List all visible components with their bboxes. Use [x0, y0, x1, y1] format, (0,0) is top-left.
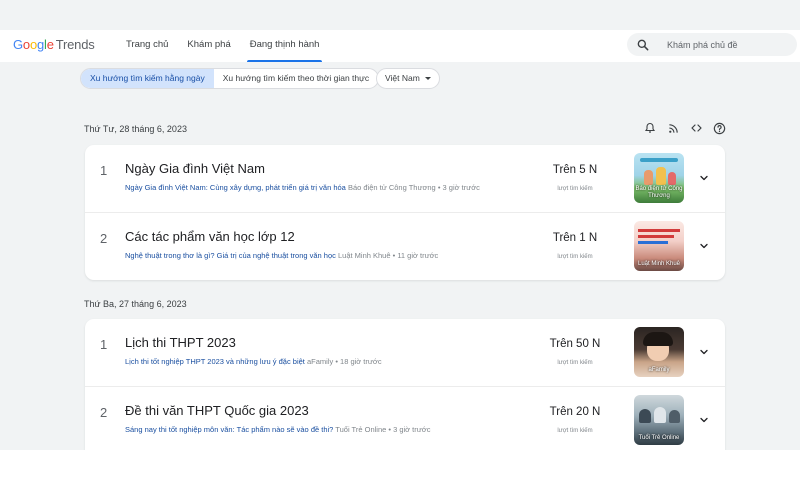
article-source: aFamily • 18 giờ trước — [306, 357, 382, 366]
logo-g1: G — [13, 37, 23, 52]
trend-item[interactable]: 1 Lịch thi THPT 2023 Lịch thi tốt nghiệp… — [85, 319, 725, 386]
thumb-figure — [669, 410, 680, 423]
thumb-caption: Luật Minh Khuê — [637, 261, 681, 267]
thumb-figure — [668, 172, 676, 185]
filter-bar: Xu hướng tìm kiếm hằng ngày Xu hướng tìm… — [0, 62, 800, 95]
article-source: Tuổi Trẻ Online • 3 giờ trước — [335, 425, 431, 434]
article-link[interactable]: Sáng nay thi tốt nghiệp môn văn: Tác phẩ… — [125, 425, 333, 434]
thumb-figure — [656, 167, 666, 185]
top-app-bar: Google Trends Trang chủ Khám phá Đang thị… — [0, 30, 800, 62]
nav-explore[interactable]: Khám phá — [187, 30, 230, 62]
thumb-figure — [654, 407, 666, 423]
trend-article: Ngày Gia đình Việt Nam: Cùng xây dựng, p… — [125, 183, 480, 192]
trend-rank: 2 — [100, 231, 108, 246]
trend-item[interactable]: 2 Đề thi văn THPT Quốc gia 2023 Sáng nay… — [85, 387, 725, 454]
search-count: Trên 20 N — [549, 406, 601, 418]
chevron-down-icon[interactable] — [698, 414, 710, 426]
date-heading: Thứ Tư, 28 tháng 6, 2023 — [84, 124, 187, 134]
dropdown-caret-icon — [424, 77, 431, 80]
main-nav: Trang chủ Khám phá Đang thịnh hành — [126, 30, 338, 62]
trend-article: Sáng nay thi tốt nghiệp môn văn: Tác phẩ… — [125, 425, 430, 434]
article-source: Luật Minh Khuê • 11 giờ trước — [337, 251, 439, 260]
search-count: Trên 1 N — [552, 232, 598, 244]
trend-article: Lịch thi tốt nghiệp THPT 2023 và những l… — [125, 357, 382, 366]
notification-bell-icon[interactable] — [643, 121, 657, 135]
trend-title[interactable]: Đề thi văn THPT Quốc gia 2023 — [125, 403, 309, 418]
logo-o1: o — [22, 37, 30, 52]
trend-thumbnail[interactable]: Báo điện tử Công Thương — [634, 153, 684, 203]
trend-title[interactable]: Ngày Gia đình Việt Nam — [125, 161, 265, 176]
feed-actions — [643, 121, 726, 135]
trend-article: Nghệ thuật trong thơ là gì? Giá trị của … — [125, 251, 438, 260]
embed-code-icon[interactable] — [689, 121, 703, 135]
trend-card: 1 Lịch thi THPT 2023 Lịch thi tốt nghiệp… — [85, 319, 725, 459]
article-link[interactable]: Nghệ thuật trong thơ là gì? Giá trị của … — [125, 251, 336, 260]
trend-item[interactable]: 2 Các tác phẩm văn học lớp 12 Nghệ thuật… — [85, 213, 725, 280]
logo-e: e — [46, 37, 54, 52]
thumb-caption: Tuổi Trẻ Online — [638, 435, 680, 441]
nav-home[interactable]: Trang chủ — [126, 30, 168, 62]
thumb-banner — [638, 241, 668, 244]
search-icon[interactable] — [636, 38, 650, 52]
search-box[interactable] — [627, 33, 797, 56]
article-link[interactable]: Lịch thi tốt nghiệp THPT 2023 và những l… — [125, 357, 305, 366]
chevron-down-icon[interactable] — [698, 240, 710, 252]
thumb-caption: aFamily — [648, 367, 670, 373]
trend-title[interactable]: Lịch thi THPT 2023 — [125, 335, 236, 350]
trend-rank: 2 — [100, 405, 108, 420]
search-input[interactable] — [667, 37, 789, 52]
thumb-banner — [638, 235, 674, 238]
search-count-label: lượt tìm kiếm — [557, 360, 593, 366]
search-count-label: lượt tìm kiếm — [557, 428, 593, 434]
date-heading: Thứ Ba, 27 tháng 6, 2023 — [84, 299, 187, 309]
logo-google-text: Google — [13, 37, 54, 52]
nav-trending[interactable]: Đang thịnh hành — [246, 30, 323, 62]
logo-o2: o — [29, 37, 37, 52]
trend-rank: 1 — [100, 163, 108, 178]
thumb-figure — [639, 409, 651, 423]
trend-card: 1 Ngày Gia đình Việt Nam Ngày Gia đình V… — [85, 145, 725, 280]
thumb-figure — [644, 170, 653, 185]
trend-thumbnail[interactable]: aFamily — [634, 327, 684, 377]
trend-thumbnail[interactable]: Luật Minh Khuê — [634, 221, 684, 271]
page-bottom-mask — [0, 450, 800, 500]
thumb-banner — [640, 158, 678, 162]
realtime-trends-tab[interactable]: Xu hướng tìm kiếm theo thời gian thực — [214, 69, 378, 88]
trend-rank: 1 — [100, 337, 108, 352]
rss-icon[interactable] — [666, 121, 680, 135]
google-trends-logo[interactable]: Google Trends — [13, 37, 95, 52]
chevron-down-icon[interactable] — [698, 172, 710, 184]
trend-thumbnail[interactable]: Tuổi Trẻ Online — [634, 395, 684, 445]
country-select-label: Việt Nam — [385, 73, 420, 83]
trend-type-toggle: Xu hướng tìm kiếm hằng ngày Xu hướng tìm… — [80, 68, 380, 89]
search-count-label: lượt tìm kiếm — [557, 254, 593, 260]
article-source: Báo điện tử Công Thương • 3 giờ trước — [347, 183, 480, 192]
thumb-banner — [638, 229, 680, 232]
thumb-caption: Báo điện tử Công Thương — [635, 186, 683, 199]
trend-title[interactable]: Các tác phẩm văn học lớp 12 — [125, 229, 295, 244]
daily-trends-tab[interactable]: Xu hướng tìm kiếm hằng ngày — [81, 69, 214, 88]
search-count: Trên 5 N — [552, 164, 598, 176]
logo-g2: g — [36, 37, 45, 52]
thumb-figure — [643, 332, 673, 346]
country-select[interactable]: Việt Nam — [376, 68, 440, 89]
search-count-label: lượt tìm kiếm — [557, 186, 593, 192]
chevron-down-icon[interactable] — [698, 346, 710, 358]
help-icon[interactable] — [712, 121, 726, 135]
logo-trends-text: Trends — [55, 37, 95, 52]
search-count: Trên 50 N — [549, 338, 601, 350]
article-link[interactable]: Ngày Gia đình Việt Nam: Cùng xây dựng, p… — [125, 183, 346, 192]
trend-item[interactable]: 1 Ngày Gia đình Việt Nam Ngày Gia đình V… — [85, 145, 725, 212]
